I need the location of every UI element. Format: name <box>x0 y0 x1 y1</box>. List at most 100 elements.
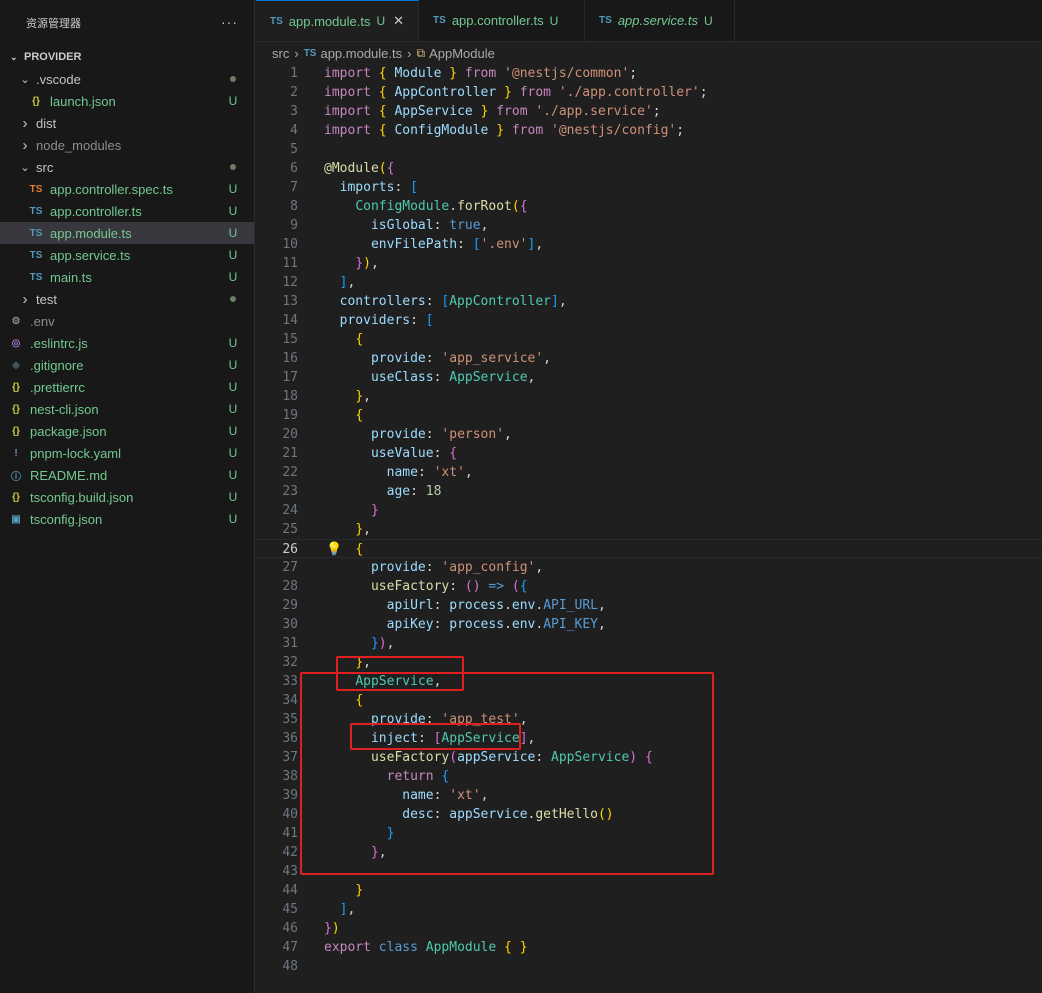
code-token: from <box>511 123 544 138</box>
code-line[interactable]: 27 provide: 'app_config', <box>256 558 1042 577</box>
code-line[interactable]: 4 import { ConfigModule } from '@nestjs/c… <box>256 121 1042 140</box>
code-line[interactable]: 14 providers: [ <box>256 311 1042 330</box>
code-line[interactable]: 6 @Module({ <box>256 159 1042 178</box>
line-number: 12 <box>282 275 298 290</box>
line-number: 11 <box>282 256 298 271</box>
code-line[interactable]: 9 isGlobal: true, <box>256 216 1042 235</box>
code-line[interactable]: 18 }, <box>256 387 1042 406</box>
code-line[interactable]: 22 name: 'xt', <box>256 463 1042 482</box>
explorer-section-provider[interactable]: ⌄ PROVIDER <box>0 46 254 68</box>
close-icon[interactable]: ✕ <box>393 13 404 29</box>
breadcrumb-folder[interactable]: src <box>272 46 289 61</box>
tree-item[interactable]: TS app.service.ts U <box>0 244 254 266</box>
code-line[interactable]: 31 }), <box>256 634 1042 653</box>
code-line[interactable]: 26 💡 { <box>256 539 1042 558</box>
tree-item[interactable]: ⌄ .vscode <box>0 68 254 90</box>
line-number: 25 <box>282 522 298 537</box>
tree-item[interactable]: › node_modules <box>0 134 254 156</box>
code-token: } <box>355 389 364 404</box>
code-line[interactable]: 29 apiUrl: process.env.API_URL, <box>256 596 1042 615</box>
code-line[interactable]: 44 } <box>256 881 1042 900</box>
code-line[interactable]: 28 useFactory: () => ({ <box>256 577 1042 596</box>
code-line[interactable]: 5 <box>256 140 1042 159</box>
code-line[interactable]: 15 { <box>256 330 1042 349</box>
code-line[interactable]: 3 import { AppService } from './app.servi… <box>256 102 1042 121</box>
line-number: 20 <box>282 427 298 442</box>
code-line[interactable]: 7 imports: [ <box>256 178 1042 197</box>
code-line[interactable]: 16 provide: 'app_service', <box>256 349 1042 368</box>
tree-item[interactable]: {} package.json U <box>0 420 254 442</box>
tree-item[interactable]: TS app.module.ts U <box>0 222 254 244</box>
code-text: import { ConfigModule } from '@nestjs/co… <box>324 121 684 140</box>
code-token: : <box>433 617 450 632</box>
code-line[interactable]: 30 apiKey: process.env.API_KEY, <box>256 615 1042 634</box>
code-line[interactable]: 45 ], <box>256 900 1042 919</box>
code-line[interactable]: 13 controllers: [AppController], <box>256 292 1042 311</box>
code-line[interactable]: 25 }, <box>256 520 1042 539</box>
code-token: } <box>355 522 364 537</box>
breadcrumb-file[interactable]: app.module.ts <box>320 46 402 61</box>
tab-app-controller[interactable]: TS app.controller.ts U <box>419 0 586 41</box>
code-line[interactable]: 21 useValue: { <box>256 444 1042 463</box>
code-line[interactable]: 23 age: 18 <box>256 482 1042 501</box>
line-number: 4 <box>290 123 298 138</box>
tree-item[interactable]: TS app.controller.spec.ts U <box>0 178 254 200</box>
code-token: process <box>449 598 505 613</box>
tree-item[interactable]: {} tsconfig.build.json U <box>0 486 254 508</box>
code-line[interactable]: 11 }), <box>256 254 1042 273</box>
code-line[interactable]: 20 provide: 'person', <box>256 425 1042 444</box>
code-token: . <box>449 199 458 214</box>
code-line[interactable]: 2 import { AppController } from './app.co… <box>256 83 1042 102</box>
tree-item[interactable]: › test <box>0 288 254 310</box>
tree-item[interactable]: ⚙ .env <box>0 310 254 332</box>
code-line[interactable]: 17 useClass: AppService, <box>256 368 1042 387</box>
code-text: apiUrl: process.env.API_URL, <box>324 596 606 615</box>
breadcrumb-symbol[interactable]: AppModule <box>429 46 495 61</box>
code-text: useClass: AppService, <box>324 368 535 387</box>
tree-item-label: app.controller.spec.ts <box>50 181 173 197</box>
ts-config-icon: ▣ <box>11 513 21 525</box>
code-line[interactable]: 12 ], <box>256 273 1042 292</box>
json-braces-icon: {} <box>12 381 20 393</box>
code-token: , <box>535 560 544 575</box>
code-text: export class AppModule { } <box>324 938 528 957</box>
tree-item[interactable]: ⓘ README.md U <box>0 464 254 486</box>
line-number: 40 <box>282 807 298 822</box>
line-number: 16 <box>282 351 298 366</box>
tree-item[interactable]: ◎ .eslintrc.js U <box>0 332 254 354</box>
more-actions-icon[interactable]: ··· <box>221 14 238 30</box>
tree-item[interactable]: TS app.controller.ts U <box>0 200 254 222</box>
code-line[interactable]: 48 <box>256 957 1042 976</box>
code-line[interactable]: 47 export class AppModule { } <box>256 938 1042 957</box>
line-number: 38 <box>282 769 298 784</box>
code-token: , <box>558 294 567 309</box>
code-line[interactable]: 19 { <box>256 406 1042 425</box>
code-line[interactable]: 24 } <box>256 501 1042 520</box>
tree-item[interactable]: ◆ .gitignore U <box>0 354 254 376</box>
code-line[interactable]: 1 import { Module } from '@nestjs/common'… <box>256 64 1042 83</box>
line-number: 35 <box>282 712 298 727</box>
code-token: provide <box>370 427 426 442</box>
tree-item[interactable]: {} nest-cli.json U <box>0 398 254 420</box>
code-editor[interactable]: 1 import { Module } from '@nestjs/common'… <box>256 64 1042 993</box>
tree-item[interactable]: ▣ tsconfig.json U <box>0 508 254 530</box>
json-braces-icon: {} <box>12 491 20 503</box>
tree-item[interactable]: ! pnpm-lock.yaml U <box>0 442 254 464</box>
tree-item[interactable]: {} .prettierrc U <box>0 376 254 398</box>
code-line[interactable]: 10 envFilePath: ['.env'], <box>256 235 1042 254</box>
tree-item[interactable]: TS main.ts U <box>0 266 254 288</box>
tree-item[interactable]: › dist <box>0 112 254 134</box>
tree-item[interactable]: ⌄ src <box>0 156 254 178</box>
code-line[interactable]: 46}) <box>256 919 1042 938</box>
tab-app-service[interactable]: TS app.service.ts U <box>585 0 736 41</box>
code-line[interactable]: 8 ConfigModule.forRoot({ <box>256 197 1042 216</box>
tree-item[interactable]: {} launch.json U <box>0 90 254 112</box>
tab-app-module[interactable]: TS app.module.ts U ✕ <box>256 0 420 41</box>
